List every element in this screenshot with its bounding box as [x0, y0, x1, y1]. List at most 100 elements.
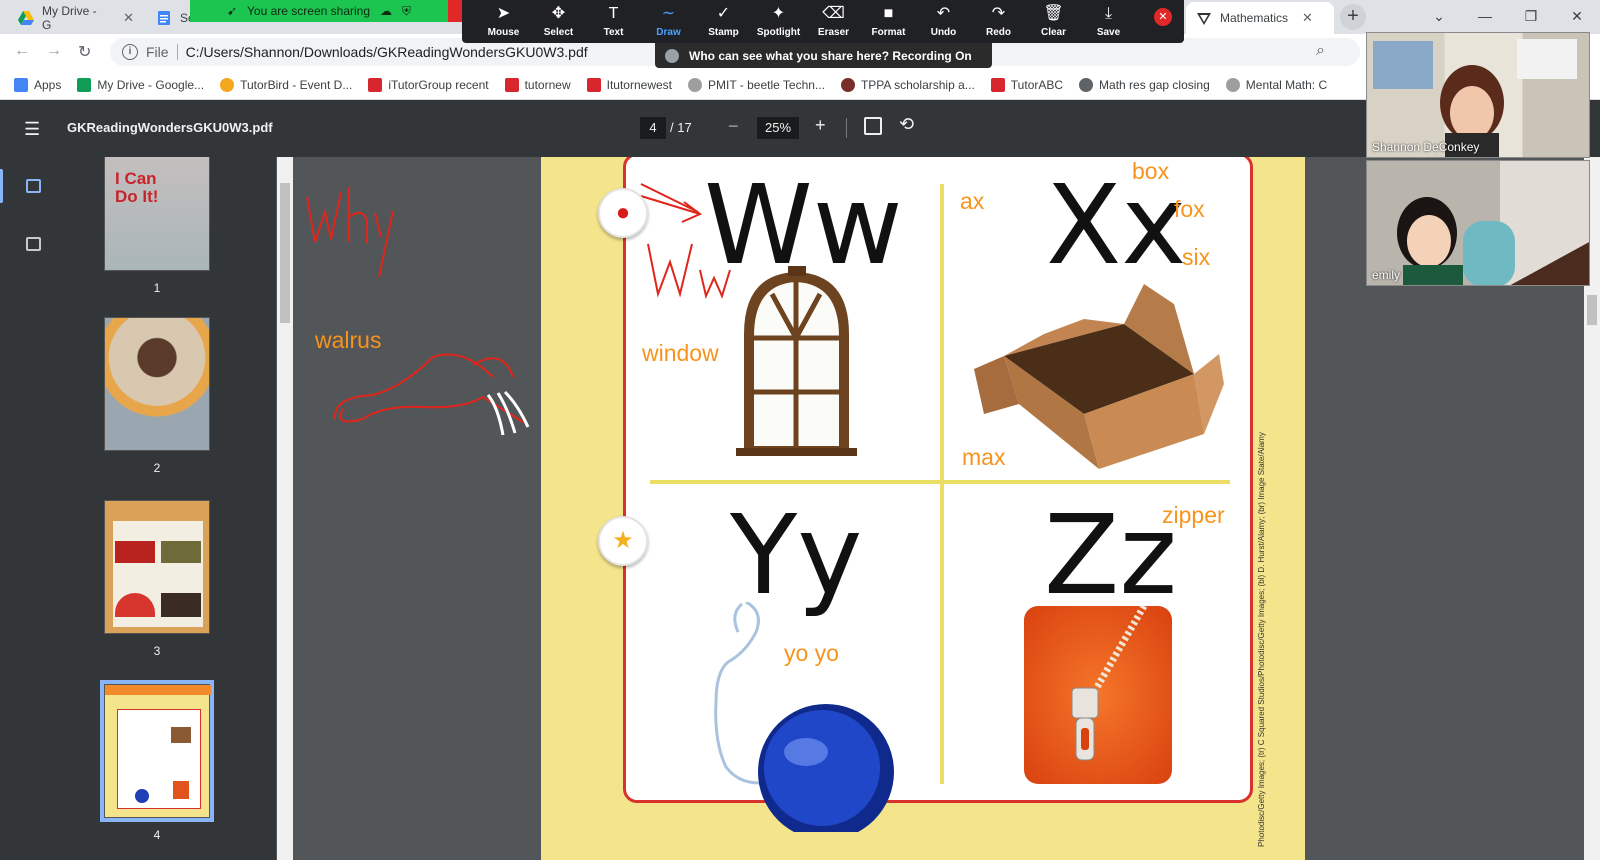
tool-undo-button[interactable]: ↶ Undo: [916, 0, 971, 43]
fox-annotation: fox: [1174, 196, 1205, 222]
tool-spotlight-button[interactable]: ✦ Spotlight: [751, 0, 806, 43]
tool-label: Undo: [930, 26, 957, 38]
itutorgroup-icon: [368, 77, 383, 92]
thumbnail-scrollbar[interactable]: [277, 157, 293, 860]
reload-icon[interactable]: ↻: [78, 42, 91, 62]
tool-select-button[interactable]: ✥ Select: [531, 0, 586, 43]
divider: [846, 118, 847, 138]
yoyo-illustration: [714, 602, 894, 832]
tab-docs[interactable]: Se: [146, 2, 195, 34]
stop-sharing-button[interactable]: [448, 0, 462, 22]
minimize-icon[interactable]: —: [1462, 0, 1508, 34]
letter-card: Ww window Xx ax box fox six max Yy yo yo…: [598, 157, 1253, 832]
document-title: GKReadingWondersGKU0W3.pdf: [67, 120, 273, 135]
format-square-icon: ■: [883, 4, 894, 22]
bookmark-item[interactable]: iTutorGroup recent: [368, 77, 489, 92]
who-can-see-banner[interactable]: Who can see what you share here? Recordi…: [655, 43, 992, 68]
bookmark-item[interactable]: TPPA scholarship a...: [840, 77, 975, 92]
bookmark-label: TutorBird - Event D...: [240, 77, 353, 92]
thumbnail-panel: I Can Do It! 1 2 3 4: [66, 157, 276, 860]
itutorgroup-icon: [504, 77, 519, 92]
pdf-sidebar-rail: [0, 157, 66, 860]
tab-my-drive[interactable]: My Drive - G ✕: [8, 2, 144, 34]
video-tile-emily[interactable]: emily: [1366, 160, 1590, 286]
star-badge-icon: ★: [598, 516, 648, 566]
info-icon[interactable]: i: [122, 44, 138, 60]
tab-close-icon[interactable]: ✕: [1302, 10, 1313, 26]
zoom-search-icon[interactable]: ⌕: [1316, 42, 1325, 60]
video-tile-shannon[interactable]: Shannon DeConkey: [1366, 32, 1590, 158]
google-drive-icon: [18, 11, 34, 25]
tool-label: Mouse: [487, 26, 520, 38]
tool-label: Text: [603, 26, 624, 38]
bookmark-item[interactable]: Apps: [14, 77, 61, 92]
thumbnail-page-4[interactable]: 4: [100, 680, 214, 842]
stamp-check-icon: ✓: [716, 4, 731, 22]
bookmark-item[interactable]: PMIT - beetle Techn...: [688, 77, 825, 92]
fit-to-page-icon[interactable]: [864, 117, 882, 135]
menu-icon[interactable]: ☰: [24, 119, 40, 140]
zoom-in-icon[interactable]: +: [815, 115, 826, 136]
tab-mathematics[interactable]: Mathematics ✕: [1186, 2, 1334, 34]
forward-arrow-icon[interactable]: →: [46, 42, 62, 60]
zoom-out-icon[interactable]: −: [728, 116, 739, 137]
pdf-toolbar: ☰ GKReadingWondersGKU0W3.pdf 4 / 17 − 25…: [0, 100, 1600, 157]
restore-icon[interactable]: ❐: [1508, 0, 1554, 34]
tool-draw-button[interactable]: ∼ Draw: [641, 0, 696, 43]
url-text: C:/Users/Shannon/Downloads/GKReadingWond…: [185, 44, 588, 60]
thumbnail-page-1[interactable]: I Can Do It! 1: [104, 157, 210, 295]
tool-clear-button[interactable]: 🗑 Clear: [1026, 0, 1081, 43]
bookmark-item[interactable]: TutorBird - Event D...: [220, 77, 353, 92]
new-tab-button[interactable]: +: [1340, 4, 1366, 30]
tool-stamp-button[interactable]: ✓ Stamp: [696, 0, 751, 43]
close-annotation-icon[interactable]: ✕: [1154, 8, 1172, 26]
participant-video-image: [1397, 197, 1589, 285]
tool-mouse-button[interactable]: ➤ Mouse: [476, 0, 531, 43]
spotlight-wand-icon: ✦: [771, 4, 786, 22]
why-handwriting: [306, 187, 394, 278]
google-drive-icon: [77, 77, 92, 92]
participant-name: emily: [1372, 268, 1401, 282]
letter-yy: Yy: [730, 491, 863, 619]
thumbnail-page-2[interactable]: 2: [104, 317, 210, 475]
scrollbar-thumb[interactable]: [280, 183, 290, 323]
scrollbar-thumb[interactable]: [1587, 295, 1597, 325]
bookmark-item[interactable]: TutorABC: [990, 77, 1063, 92]
zoom-input[interactable]: 25%: [757, 117, 799, 139]
bookmark-label: TPPA scholarship a...: [860, 77, 975, 92]
thumbnails-icon[interactable]: [26, 179, 41, 193]
tab-search-chevron-icon[interactable]: ⌄: [1416, 0, 1462, 34]
globe-gray-icon: [688, 77, 702, 92]
tool-text-button[interactable]: T Text: [586, 0, 641, 43]
shield-icon: ⛨: [402, 3, 412, 18]
google-docs-icon: [158, 11, 170, 25]
bookmark-item[interactable]: Math res gap closing: [1079, 77, 1210, 92]
outline-list-icon[interactable]: [26, 237, 41, 251]
six-annotation: six: [1182, 244, 1211, 270]
bookmark-label: Mental Math: C: [1245, 77, 1328, 92]
tool-format-button[interactable]: ■ Format: [861, 0, 916, 43]
back-arrow-icon[interactable]: ←: [14, 42, 30, 60]
screen-sharing-text: You are screen sharing: [247, 4, 371, 18]
bookmark-item[interactable]: Mental Math: C: [1225, 77, 1328, 92]
page-number-input[interactable]: 4: [640, 117, 666, 139]
leaf-icon: ➹: [226, 4, 238, 18]
itutorgroup-icon: [586, 77, 601, 92]
close-window-icon[interactable]: ✕: [1554, 0, 1600, 34]
who-can-see-text: Who can see what you share here? Recordi…: [689, 48, 972, 63]
move-arrows-icon: ✥: [551, 4, 566, 22]
rotate-icon[interactable]: ⟲: [899, 114, 914, 135]
bookmark-item[interactable]: My Drive - Google...: [77, 77, 204, 92]
vertical-divider: [940, 184, 944, 784]
tool-redo-button[interactable]: ↷ Redo: [971, 0, 1026, 43]
bookmarks-bar: Apps My Drive - Google... TutorBird - Even…: [0, 70, 1600, 100]
person-icon: [665, 48, 679, 63]
bookmark-item[interactable]: Itutornewest: [586, 77, 672, 92]
tool-eraser-button[interactable]: ⌫ Eraser: [806, 0, 861, 43]
tab-close-icon[interactable]: ✕: [123, 10, 134, 26]
photo-credit: Photodisc/Getty Images; (tr) C Squared S…: [1257, 432, 1266, 847]
thumbnail-page-number: 3: [153, 644, 161, 658]
thumbnail-page-3[interactable]: 3: [104, 500, 210, 658]
bookmark-item[interactable]: tutornew: [504, 77, 571, 92]
tool-save-button[interactable]: ⤓ Save: [1081, 0, 1136, 43]
